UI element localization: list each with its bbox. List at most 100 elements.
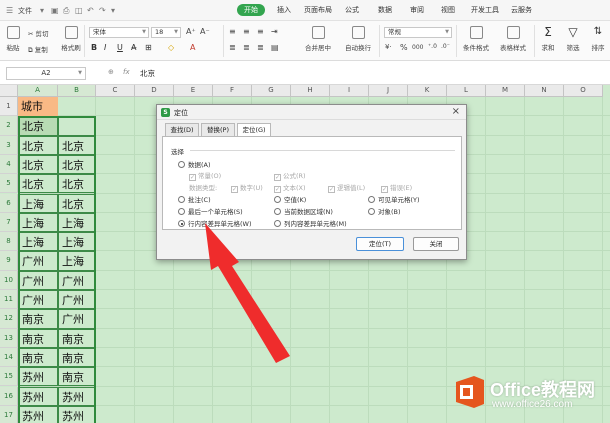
indent-icon[interactable]: ⇥: [271, 27, 278, 36]
cell-b9[interactable]: 上海: [58, 251, 96, 271]
name-box[interactable]: A2 ▼: [6, 67, 86, 80]
option-blank[interactable]: 空值(K): [274, 194, 306, 204]
row-header-1[interactable]: 1: [0, 97, 18, 117]
cell-b3[interactable]: 北京: [58, 135, 96, 155]
cell-b4[interactable]: 北京: [58, 154, 96, 175]
row-header-11[interactable]: 11: [0, 290, 18, 310]
cell-a12[interactable]: 南京: [18, 309, 58, 329]
row-header-4[interactable]: 4: [0, 154, 18, 175]
cell-b15[interactable]: 南京: [58, 367, 96, 387]
column-header-e[interactable]: E: [174, 85, 213, 97]
cell-b8[interactable]: 上海: [58, 232, 96, 252]
row-header-15[interactable]: 15: [0, 367, 18, 387]
cell-a11[interactable]: 广州: [18, 290, 58, 310]
paste-button[interactable]: 粘贴: [4, 26, 22, 52]
cell-b16[interactable]: 苏州: [58, 386, 96, 406]
option-row-difference[interactable]: 行内容差异单元格(W): [178, 218, 252, 228]
option-visible-cells[interactable]: 可见单元格(Y): [368, 194, 420, 204]
quick-access-more-icon[interactable]: ▾: [111, 6, 115, 15]
tab-replace[interactable]: 替换(P): [201, 123, 235, 136]
row-header-16[interactable]: 16: [0, 386, 18, 406]
row-header-14[interactable]: 14: [0, 347, 18, 368]
redo-icon[interactable]: ↷: [99, 6, 106, 15]
zoom-icon[interactable]: ⊕: [108, 68, 114, 76]
cell-b14[interactable]: 南京: [58, 347, 96, 368]
option-column-difference[interactable]: 列内容差异单元格(M): [274, 218, 347, 228]
cell-a16[interactable]: 苏州: [18, 386, 58, 406]
increase-decimal-icon[interactable]: ⁺.0: [428, 43, 437, 50]
column-header-g[interactable]: G: [252, 85, 291, 97]
align-top-icon[interactable]: ≡: [229, 27, 236, 36]
font-color-icon[interactable]: A: [190, 43, 195, 52]
tab-formula[interactable]: 公式: [345, 5, 359, 15]
row-header-10[interactable]: 10: [0, 270, 18, 290]
conditional-format-button[interactable]: 条件格式: [460, 26, 492, 52]
print-preview-icon[interactable]: ◫: [75, 6, 83, 15]
cell-a7[interactable]: 上海: [18, 212, 58, 233]
sort-button[interactable]: ⇅ 排序: [588, 26, 608, 52]
dialog-title-bar[interactable]: S 定位 ×: [157, 105, 466, 120]
tab-review[interactable]: 审阅: [410, 5, 424, 15]
underline-icon[interactable]: U: [117, 43, 123, 52]
cell-a3[interactable]: 北京: [18, 135, 58, 155]
locate-button[interactable]: 定位(T): [356, 237, 404, 251]
column-header-k[interactable]: K: [408, 85, 447, 97]
cell-b5[interactable]: 北京: [58, 174, 96, 194]
format-painter-button[interactable]: 格式刷: [60, 26, 82, 52]
fx-icon[interactable]: fx: [123, 68, 130, 76]
cell-a17[interactable]: 苏州: [18, 405, 58, 423]
dropdown-icon[interactable]: ▾: [40, 6, 44, 15]
row-header-12[interactable]: 12: [0, 309, 18, 329]
decrease-decimal-icon[interactable]: .0⁻: [441, 43, 450, 50]
cut-button[interactable]: ✂ 剪切: [28, 28, 49, 38]
close-button[interactable]: 关闭: [413, 237, 459, 251]
percent-button[interactable]: %: [400, 43, 408, 52]
align-center-icon[interactable]: ≣: [243, 43, 250, 52]
column-header-j[interactable]: J: [369, 85, 408, 97]
cell-b10[interactable]: 广州: [58, 270, 96, 290]
option-comment[interactable]: 批注(C): [178, 194, 211, 204]
undo-icon[interactable]: ↶: [87, 6, 94, 15]
column-header-l[interactable]: L: [447, 85, 486, 97]
row-header-3[interactable]: 3: [0, 135, 18, 155]
sum-button[interactable]: Σ 求和: [538, 26, 558, 52]
align-left-icon[interactable]: ≣: [229, 43, 236, 52]
cell-a8[interactable]: 上海: [18, 232, 58, 252]
filter-button[interactable]: ▽ 筛选: [563, 26, 583, 52]
increase-font-icon[interactable]: A⁺: [186, 27, 196, 36]
cell-a14[interactable]: 南京: [18, 347, 58, 368]
row-header-6[interactable]: 6: [0, 193, 18, 213]
row-header-13[interactable]: 13: [0, 328, 18, 348]
option-last-cell[interactable]: 最后一个单元格(S): [178, 206, 243, 216]
print-icon[interactable]: ⎙: [63, 6, 69, 16]
cell-a6[interactable]: 上海: [18, 193, 58, 213]
save-icon[interactable]: ▣: [51, 6, 59, 15]
cell-b1[interactable]: [58, 97, 96, 116]
strikethrough-icon[interactable]: A̶: [131, 43, 136, 52]
select-all-corner[interactable]: [0, 85, 18, 97]
row-header-2[interactable]: 2: [0, 116, 18, 136]
tab-developer[interactable]: 开发工具: [471, 5, 499, 15]
cell-a9[interactable]: 广州: [18, 251, 58, 271]
font-name-select[interactable]: 宋体 ▼: [89, 27, 149, 38]
fill-color-icon[interactable]: ◇: [168, 43, 174, 52]
cell-a5[interactable]: 北京: [18, 174, 58, 194]
tab-find[interactable]: 查找(D): [165, 123, 199, 136]
column-header-f[interactable]: F: [213, 85, 252, 97]
table-style-button[interactable]: 表格样式: [497, 26, 529, 52]
cell-b13[interactable]: 南京: [58, 328, 96, 348]
column-header-a[interactable]: A: [18, 85, 58, 97]
column-header-o[interactable]: O: [564, 85, 603, 97]
align-middle-icon[interactable]: ≡: [243, 27, 250, 36]
tab-data[interactable]: 数据: [378, 5, 392, 15]
row-header-7[interactable]: 7: [0, 212, 18, 233]
cell-b2[interactable]: [58, 116, 96, 136]
font-size-select[interactable]: 18 ▼: [151, 27, 181, 38]
row-header-17[interactable]: 17: [0, 405, 18, 423]
cell-a1[interactable]: 城市: [18, 97, 58, 117]
cell-b11[interactable]: 广州: [58, 290, 96, 310]
merge-center-button[interactable]: 合并居中: [300, 26, 336, 52]
cell-a4[interactable]: 北京: [18, 154, 58, 175]
copy-button[interactable]: ⧉ 复制: [28, 44, 48, 55]
tab-goto[interactable]: 定位(G): [237, 123, 271, 137]
